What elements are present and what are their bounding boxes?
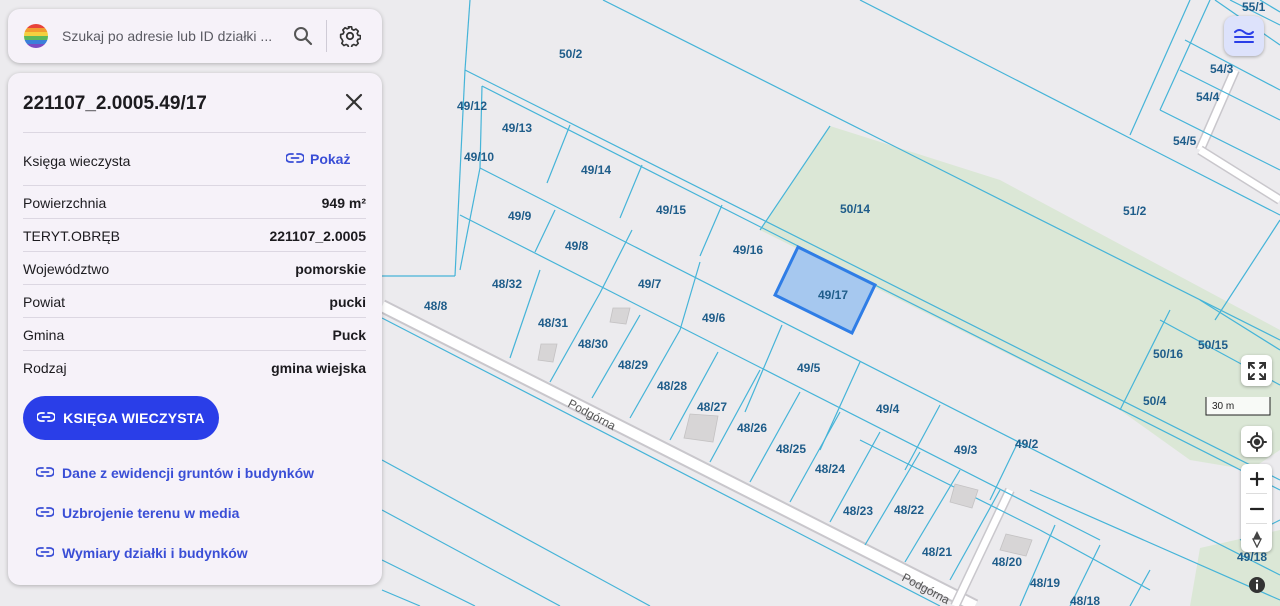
parcel-label: 48/21 [922, 545, 952, 559]
parcel-label: 48/20 [992, 555, 1022, 569]
parcel-label: 50/14 [840, 202, 870, 216]
land-register-button[interactable]: KSIĘGA WIECZYSTA [23, 396, 219, 440]
municipality-label: Gmina [23, 327, 65, 343]
land-records-link[interactable]: Dane z ewidencji gruntów i budynków [35, 465, 315, 481]
info-icon[interactable] [1246, 574, 1268, 596]
zoom-controls [1241, 464, 1272, 552]
parcel-label: 54/4 [1196, 90, 1220, 104]
link-icon [35, 505, 55, 521]
parcel-label: 49/7 [638, 277, 662, 291]
parcel-label: 49/6 [702, 311, 726, 325]
teryt-value: 221107_2.0005 [269, 228, 366, 244]
parcel-label: 48/25 [776, 442, 806, 456]
plus-icon[interactable] [1241, 464, 1272, 493]
parcel-label: 50/2 [559, 47, 583, 61]
parcel-label: 49/16 [733, 243, 763, 257]
parcel-label: 48/27 [697, 400, 727, 414]
parcel-label: 48/30 [578, 337, 608, 351]
show-land-register-link[interactable]: Pokaż [285, 151, 351, 167]
parcel-label: 49/8 [565, 239, 589, 253]
parcel-label: 48/23 [843, 504, 873, 518]
parcel-label: 54/5 [1173, 134, 1197, 148]
parcel-label: 48/31 [538, 316, 568, 330]
search-input[interactable] [62, 28, 282, 44]
parcel-label: 49/10 [464, 150, 494, 164]
link-icon [36, 410, 57, 426]
county-value: pucki [329, 294, 366, 310]
parcel-label: 48/19 [1030, 576, 1060, 590]
scale-bar: 30 m [1205, 397, 1271, 416]
utilities-link-label: Uzbrojenie terenu w media [62, 505, 240, 521]
voivodeship-label: Województwo [23, 261, 110, 277]
divider [23, 317, 366, 318]
rainbow-logo-icon[interactable] [24, 24, 48, 48]
parcel-label: 48/32 [492, 277, 522, 291]
parcel-label: 49/2 [1015, 437, 1039, 451]
divider [23, 218, 366, 219]
search-icon[interactable] [290, 23, 316, 49]
parcel-label: 48/22 [894, 503, 924, 517]
crosshair-icon[interactable] [1241, 426, 1272, 457]
divider [23, 132, 366, 133]
link-icon [285, 151, 305, 167]
parcel-label: 49/15 [656, 203, 686, 217]
dimensions-link[interactable]: Wymiary działki i budynków [35, 545, 248, 561]
parcel-label: 50/4 [1143, 394, 1167, 408]
parcel-label: 54/3 [1210, 62, 1234, 76]
parcel-label: 49/9 [508, 209, 532, 223]
search-bar [8, 9, 382, 63]
divider [326, 20, 327, 52]
type-label: Rodzaj [23, 360, 67, 376]
link-icon [35, 465, 55, 481]
parcel-label: 49/12 [457, 99, 487, 113]
land-register-button-label: KSIĘGA WIECZYSTA [63, 410, 205, 426]
divider [23, 185, 366, 186]
divider [23, 284, 366, 285]
divider [23, 350, 366, 351]
type-value: gmina wiejska [271, 360, 366, 376]
land-records-link-label: Dane z ewidencji gruntów i budynków [62, 465, 315, 481]
parcel-label: 48/18 [1070, 594, 1100, 606]
area-value: 949 m² [321, 195, 366, 211]
parcel-label: 48/28 [657, 379, 687, 393]
utilities-link[interactable]: Uzbrojenie terenu w media [35, 505, 240, 521]
compass-icon[interactable] [1241, 524, 1272, 553]
parcel-label: 49/17 [818, 288, 848, 302]
parcel-label: 50/15 [1198, 338, 1228, 352]
parcel-label: 48/26 [737, 421, 767, 435]
parcel-label: 55/1 [1242, 0, 1266, 14]
close-icon[interactable] [342, 90, 366, 114]
voivodeship-value: pomorskie [295, 261, 366, 277]
municipality-value: Puck [332, 327, 366, 343]
parcel-label: 51/2 [1123, 204, 1147, 218]
area-label: Powierzchnia [23, 195, 107, 211]
parcel-label: 49/3 [954, 443, 978, 457]
show-link-label: Pokaż [310, 151, 351, 167]
parcel-label: 49/5 [797, 361, 821, 375]
fullscreen-icon[interactable] [1241, 355, 1272, 386]
parcel-info-panel: 221107_2.0005.49/17 Księga wieczysta Pok… [8, 73, 382, 585]
land-register-label: Księga wieczysta [23, 153, 131, 169]
dimensions-link-label: Wymiary działki i budynków [62, 545, 248, 561]
gear-icon[interactable] [337, 23, 363, 49]
layers-icon[interactable] [1224, 16, 1264, 56]
parcel-label: 49/4 [876, 402, 900, 416]
parcel-label: 49/13 [502, 121, 532, 135]
parcel-label: 48/24 [815, 462, 845, 476]
county-label: Powiat [23, 294, 66, 310]
minus-icon[interactable] [1241, 494, 1272, 523]
parcel-label: 48/8 [424, 299, 448, 313]
parcel-label: 48/29 [618, 358, 648, 372]
scale-label: 30 m [1212, 401, 1234, 412]
link-icon [35, 545, 55, 561]
parcel-label: 50/16 [1153, 347, 1183, 361]
divider [23, 251, 366, 252]
parcel-label: 49/14 [581, 163, 611, 177]
parcel-id-title: 221107_2.0005.49/17 [23, 93, 207, 114]
teryt-label: TERYT.OBRĘB [23, 228, 120, 244]
